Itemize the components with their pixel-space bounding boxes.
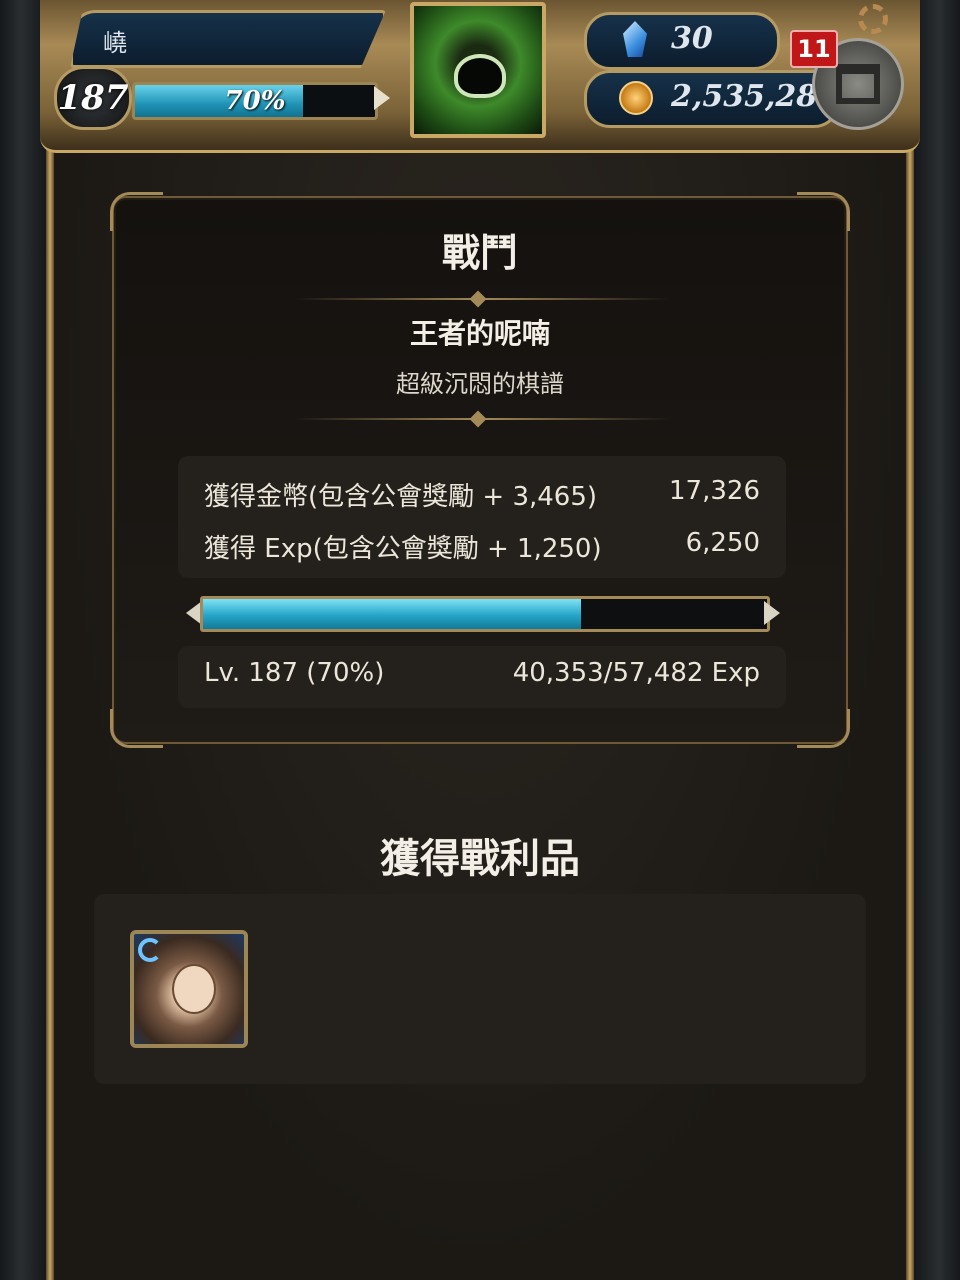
level-progress-bar: [200, 596, 770, 632]
exp-bar-arrow-icon: [374, 86, 390, 110]
level-progress-fill: [203, 599, 581, 629]
reward-row-gold: 獲得金幣(包含公會獎勵 + 3,465) 17,326: [204, 476, 760, 516]
reward-summary: 獲得金幣(包含公會獎勵 + 3,465) 17,326 獲得 Exp(包含公會獎…: [178, 456, 786, 578]
ornament-corner: [797, 709, 850, 748]
ornament-divider: [294, 298, 670, 300]
reward-label: 獲得金幣(包含公會獎勵 + 3,465): [204, 482, 598, 512]
reward-row-exp: 獲得 Exp(包含公會獎勵 + 1,250) 6,250: [204, 528, 760, 568]
battle-result-panel: 戰鬥 王者的呢喃 超級沉悶的棋譜 獲得金幣(包含公會獎勵 + 3,465) 17…: [110, 192, 850, 748]
left-wall: [0, 0, 52, 1280]
left-gold-rail: [46, 0, 54, 1280]
gem-icon: [623, 21, 647, 57]
menu-icon: [836, 64, 880, 104]
ornament-divider: [294, 418, 670, 420]
player-name-plate[interactable]: 嶢: [70, 10, 386, 68]
panel-title: 戰鬥: [441, 231, 518, 275]
top-hud: 嶢 187 70% 30 2,535,281 11: [0, 0, 960, 160]
player-name: 嶢: [103, 29, 127, 57]
water-element-icon: [138, 938, 162, 962]
player-level-badge: 187: [54, 66, 132, 130]
notification-badge[interactable]: 11: [790, 30, 838, 68]
exp-progress-text: 40,353/57,482 Exp: [512, 658, 760, 688]
monster-maw-icon: [454, 54, 506, 98]
level-text: Lv. 187 (70%): [204, 658, 385, 688]
loot-title: 獲得戰利品: [380, 836, 580, 882]
stage-subtitle: 超級沉悶的棋譜: [396, 370, 564, 398]
stage-name: 王者的呢喃: [409, 317, 550, 350]
leader-portrait[interactable]: [410, 2, 546, 138]
reward-label: 獲得 Exp(包含公會獎勵 + 1,250): [204, 534, 602, 564]
right-gold-rail: [906, 0, 914, 1280]
gem-counter[interactable]: 30: [584, 12, 780, 70]
loot-list: [94, 894, 866, 1084]
right-wall: [908, 0, 960, 1280]
reward-value: 17,326: [669, 476, 760, 506]
gear-icon: [858, 4, 888, 34]
coin-icon: [619, 81, 653, 115]
ornament-corner: [110, 709, 163, 748]
level-summary: Lv. 187 (70%) 40,353/57,482 Exp: [178, 646, 786, 708]
loot-item-card[interactable]: [130, 930, 248, 1048]
bar-cap-right-icon: [764, 601, 780, 625]
player-exp-bar: 70%: [132, 82, 378, 120]
gem-count: 30: [671, 21, 713, 56]
reward-value: 6,250: [685, 528, 760, 558]
character-card-icon: [172, 964, 216, 1014]
player-exp-percent: 70%: [224, 86, 286, 116]
coin-counter[interactable]: 2,535,281: [584, 70, 840, 128]
